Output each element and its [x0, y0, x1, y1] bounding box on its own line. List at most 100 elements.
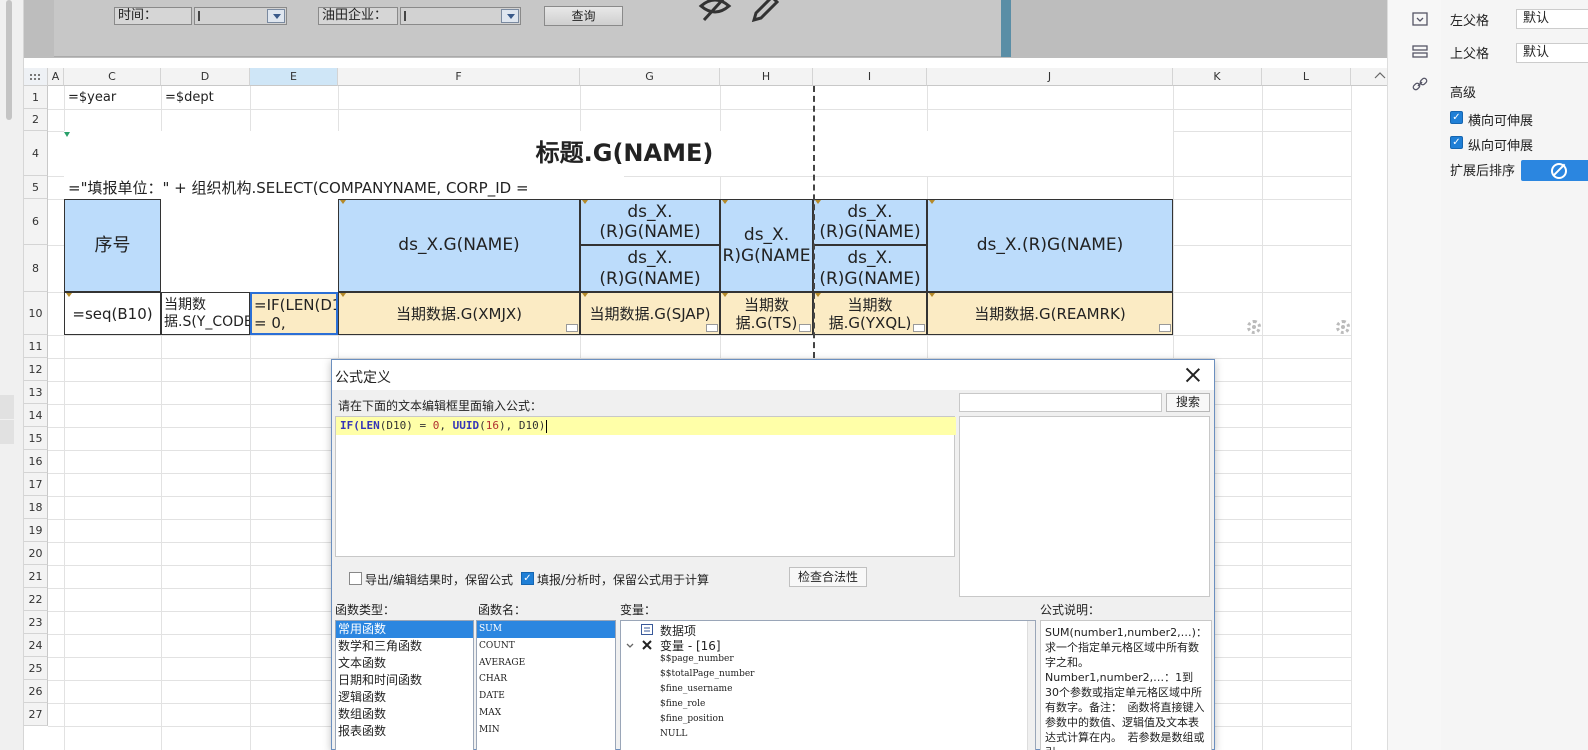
- cell-d10[interactable]: 当期数据.S(Y_CODE): [161, 292, 250, 335]
- cell-d1[interactable]: =$dept: [161, 87, 250, 109]
- cell-element-icon[interactable]: [1412, 12, 1428, 26]
- list-item[interactable]: 数组函数: [336, 706, 473, 723]
- row-header[interactable]: 21: [24, 565, 48, 588]
- tree-group-variables[interactable]: 变量 - [16]: [660, 637, 721, 654]
- left-tab[interactable]: [0, 420, 14, 444]
- dialog-titlebar[interactable]: 公式定义: [332, 360, 1214, 390]
- check-validity-button[interactable]: 检查合法性: [789, 567, 867, 587]
- row-header[interactable]: 11: [24, 335, 48, 358]
- row-header[interactable]: 1: [24, 86, 48, 109]
- list-item[interactable]: DATE: [477, 688, 615, 705]
- row-header[interactable]: 19: [24, 519, 48, 542]
- column-header[interactable]: K: [1173, 68, 1262, 86]
- tree-scrollbar[interactable]: [1027, 621, 1035, 750]
- collapse-up-icon[interactable]: [1373, 70, 1387, 80]
- header-j6-cell[interactable]: ds_X.(R)G(NAME): [927, 199, 1173, 292]
- header-seq-cell[interactable]: 序号: [64, 199, 161, 292]
- list-item[interactable]: 逻辑函数: [336, 689, 473, 706]
- chevron-down-icon[interactable]: [625, 642, 635, 650]
- formula-editor[interactable]: IF(LEN(D10) = 0, UUID(16), D10): [335, 416, 956, 557]
- column-header[interactable]: D: [161, 68, 250, 86]
- variable-tree[interactable]: 数据项 变量 - [16] $$page_number $$totalPage_…: [620, 620, 1036, 750]
- cell-j10[interactable]: 当期数据.G(REAMRK): [927, 292, 1173, 335]
- cell-f10[interactable]: 当期数据.G(XMJX): [338, 292, 580, 335]
- header-g6-cell[interactable]: ds_X.(R)G(NAME): [580, 199, 720, 245]
- cell-i10[interactable]: 当期数据.G(YXQL): [813, 292, 927, 335]
- column-header[interactable]: A: [48, 68, 64, 86]
- row-header[interactable]: 18: [24, 496, 48, 519]
- cell-attr-icon[interactable]: [1412, 45, 1428, 59]
- tree-leaf[interactable]: $fine_username: [660, 684, 732, 694]
- header-i6-cell[interactable]: ds_X.(R)G(NAME): [813, 199, 927, 245]
- left-parent-select[interactable]: 默认: [1516, 9, 1588, 29]
- header-g8-cell[interactable]: ds_X.(R)G(NAME): [580, 245, 720, 292]
- row-header[interactable]: 20: [24, 542, 48, 565]
- top-parent-select[interactable]: 默认: [1516, 43, 1588, 63]
- left-tab[interactable]: [0, 395, 14, 419]
- row-header[interactable]: 25: [24, 657, 48, 680]
- fn-type-list[interactable]: 常用函数 数学和三角函数 文本函数 日期和时间函数 逻辑函数 数组函数 报表函数: [335, 620, 474, 750]
- search-results-box[interactable]: [959, 416, 1210, 597]
- keep-formula-fill-checkbox[interactable]: ✓: [521, 572, 534, 585]
- select-all-corner[interactable]: [24, 68, 48, 86]
- row-header[interactable]: 8: [24, 245, 48, 292]
- sort-none-button[interactable]: [1521, 160, 1588, 181]
- cell-c1[interactable]: =$year: [64, 87, 161, 109]
- row-header[interactable]: 6: [24, 199, 48, 245]
- tree-leaf[interactable]: $$page_number: [660, 654, 734, 664]
- row-header[interactable]: 13: [24, 381, 48, 404]
- tree-leaf[interactable]: $fine_role: [660, 699, 705, 709]
- list-item[interactable]: 报表函数: [336, 723, 473, 740]
- row-header[interactable]: 17: [24, 473, 48, 496]
- column-header[interactable]: E: [250, 68, 338, 86]
- column-header[interactable]: C: [64, 68, 161, 86]
- list-item[interactable]: 数学和三角函数: [336, 638, 473, 655]
- tree-leaf[interactable]: $$totalPage_number: [660, 669, 754, 679]
- column-header[interactable]: H: [720, 68, 813, 86]
- pane-divider[interactable]: [1001, 0, 1011, 57]
- search-button[interactable]: 搜索: [1166, 393, 1210, 412]
- row-header[interactable]: 2: [24, 109, 48, 131]
- chevron-down-icon[interactable]: [501, 9, 519, 23]
- row-header[interactable]: 16: [24, 450, 48, 473]
- row-header[interactable]: 12: [24, 358, 48, 381]
- h-expand-checkbox[interactable]: ✓: [1450, 111, 1463, 124]
- list-item[interactable]: CHAR: [477, 671, 615, 688]
- chevron-down-icon[interactable]: [267, 9, 285, 23]
- header-f6-cell[interactable]: ds_X.G(NAME): [338, 199, 580, 292]
- gear-icon[interactable]: [1247, 320, 1261, 334]
- left-scrollbar[interactable]: [6, 0, 12, 120]
- company-select[interactable]: [400, 7, 521, 25]
- cell-g10[interactable]: 当期数据.G(SJAP): [580, 292, 720, 335]
- gear-icon[interactable]: [1336, 320, 1350, 334]
- time-select[interactable]: [194, 7, 287, 25]
- list-item[interactable]: 日期和时间函数: [336, 672, 473, 689]
- cell-c5[interactable]: ="填报单位：" + 组织机构.SELECT(COMPANYNAME, CORP…: [64, 176, 624, 199]
- row-header[interactable]: 24: [24, 634, 48, 657]
- query-button[interactable]: 查询: [544, 6, 623, 26]
- keep-formula-export-checkbox[interactable]: [349, 572, 362, 585]
- row-header[interactable]: 23: [24, 611, 48, 634]
- list-item[interactable]: 常用函数: [336, 621, 473, 638]
- fn-name-list[interactable]: SUM COUNT AVERAGE CHAR DATE MAX MIN: [476, 620, 616, 750]
- row-header[interactable]: 26: [24, 680, 48, 703]
- row-header[interactable]: 14: [24, 404, 48, 427]
- cell-c10[interactable]: =seq(B10): [64, 292, 161, 335]
- tree-leaf[interactable]: $fine_position: [660, 714, 724, 724]
- column-header[interactable]: L: [1262, 68, 1351, 86]
- column-header[interactable]: J: [927, 68, 1173, 86]
- close-icon[interactable]: [1184, 366, 1202, 384]
- row-header[interactable]: 15: [24, 427, 48, 450]
- function-search-input[interactable]: [959, 393, 1162, 412]
- tree-leaf[interactable]: NULL: [660, 729, 687, 739]
- row-header[interactable]: 27: [24, 703, 48, 726]
- list-item[interactable]: SUM: [477, 621, 615, 638]
- row-header[interactable]: 10: [24, 292, 48, 335]
- header-i8-cell[interactable]: ds_X.(R)G(NAME): [813, 245, 927, 292]
- formula-current-line[interactable]: IF(LEN(D10) = 0, UUID(16), D10): [336, 417, 956, 435]
- column-header[interactable]: I: [813, 68, 927, 86]
- cell-e10-selected[interactable]: =IF(LEN(D10) = 0,: [250, 292, 338, 335]
- v-expand-checkbox[interactable]: ✓: [1450, 136, 1463, 149]
- header-empty-cell[interactable]: [161, 199, 338, 292]
- header-h6-cell[interactable]: ds_X.(R)G(NAME): [720, 199, 813, 292]
